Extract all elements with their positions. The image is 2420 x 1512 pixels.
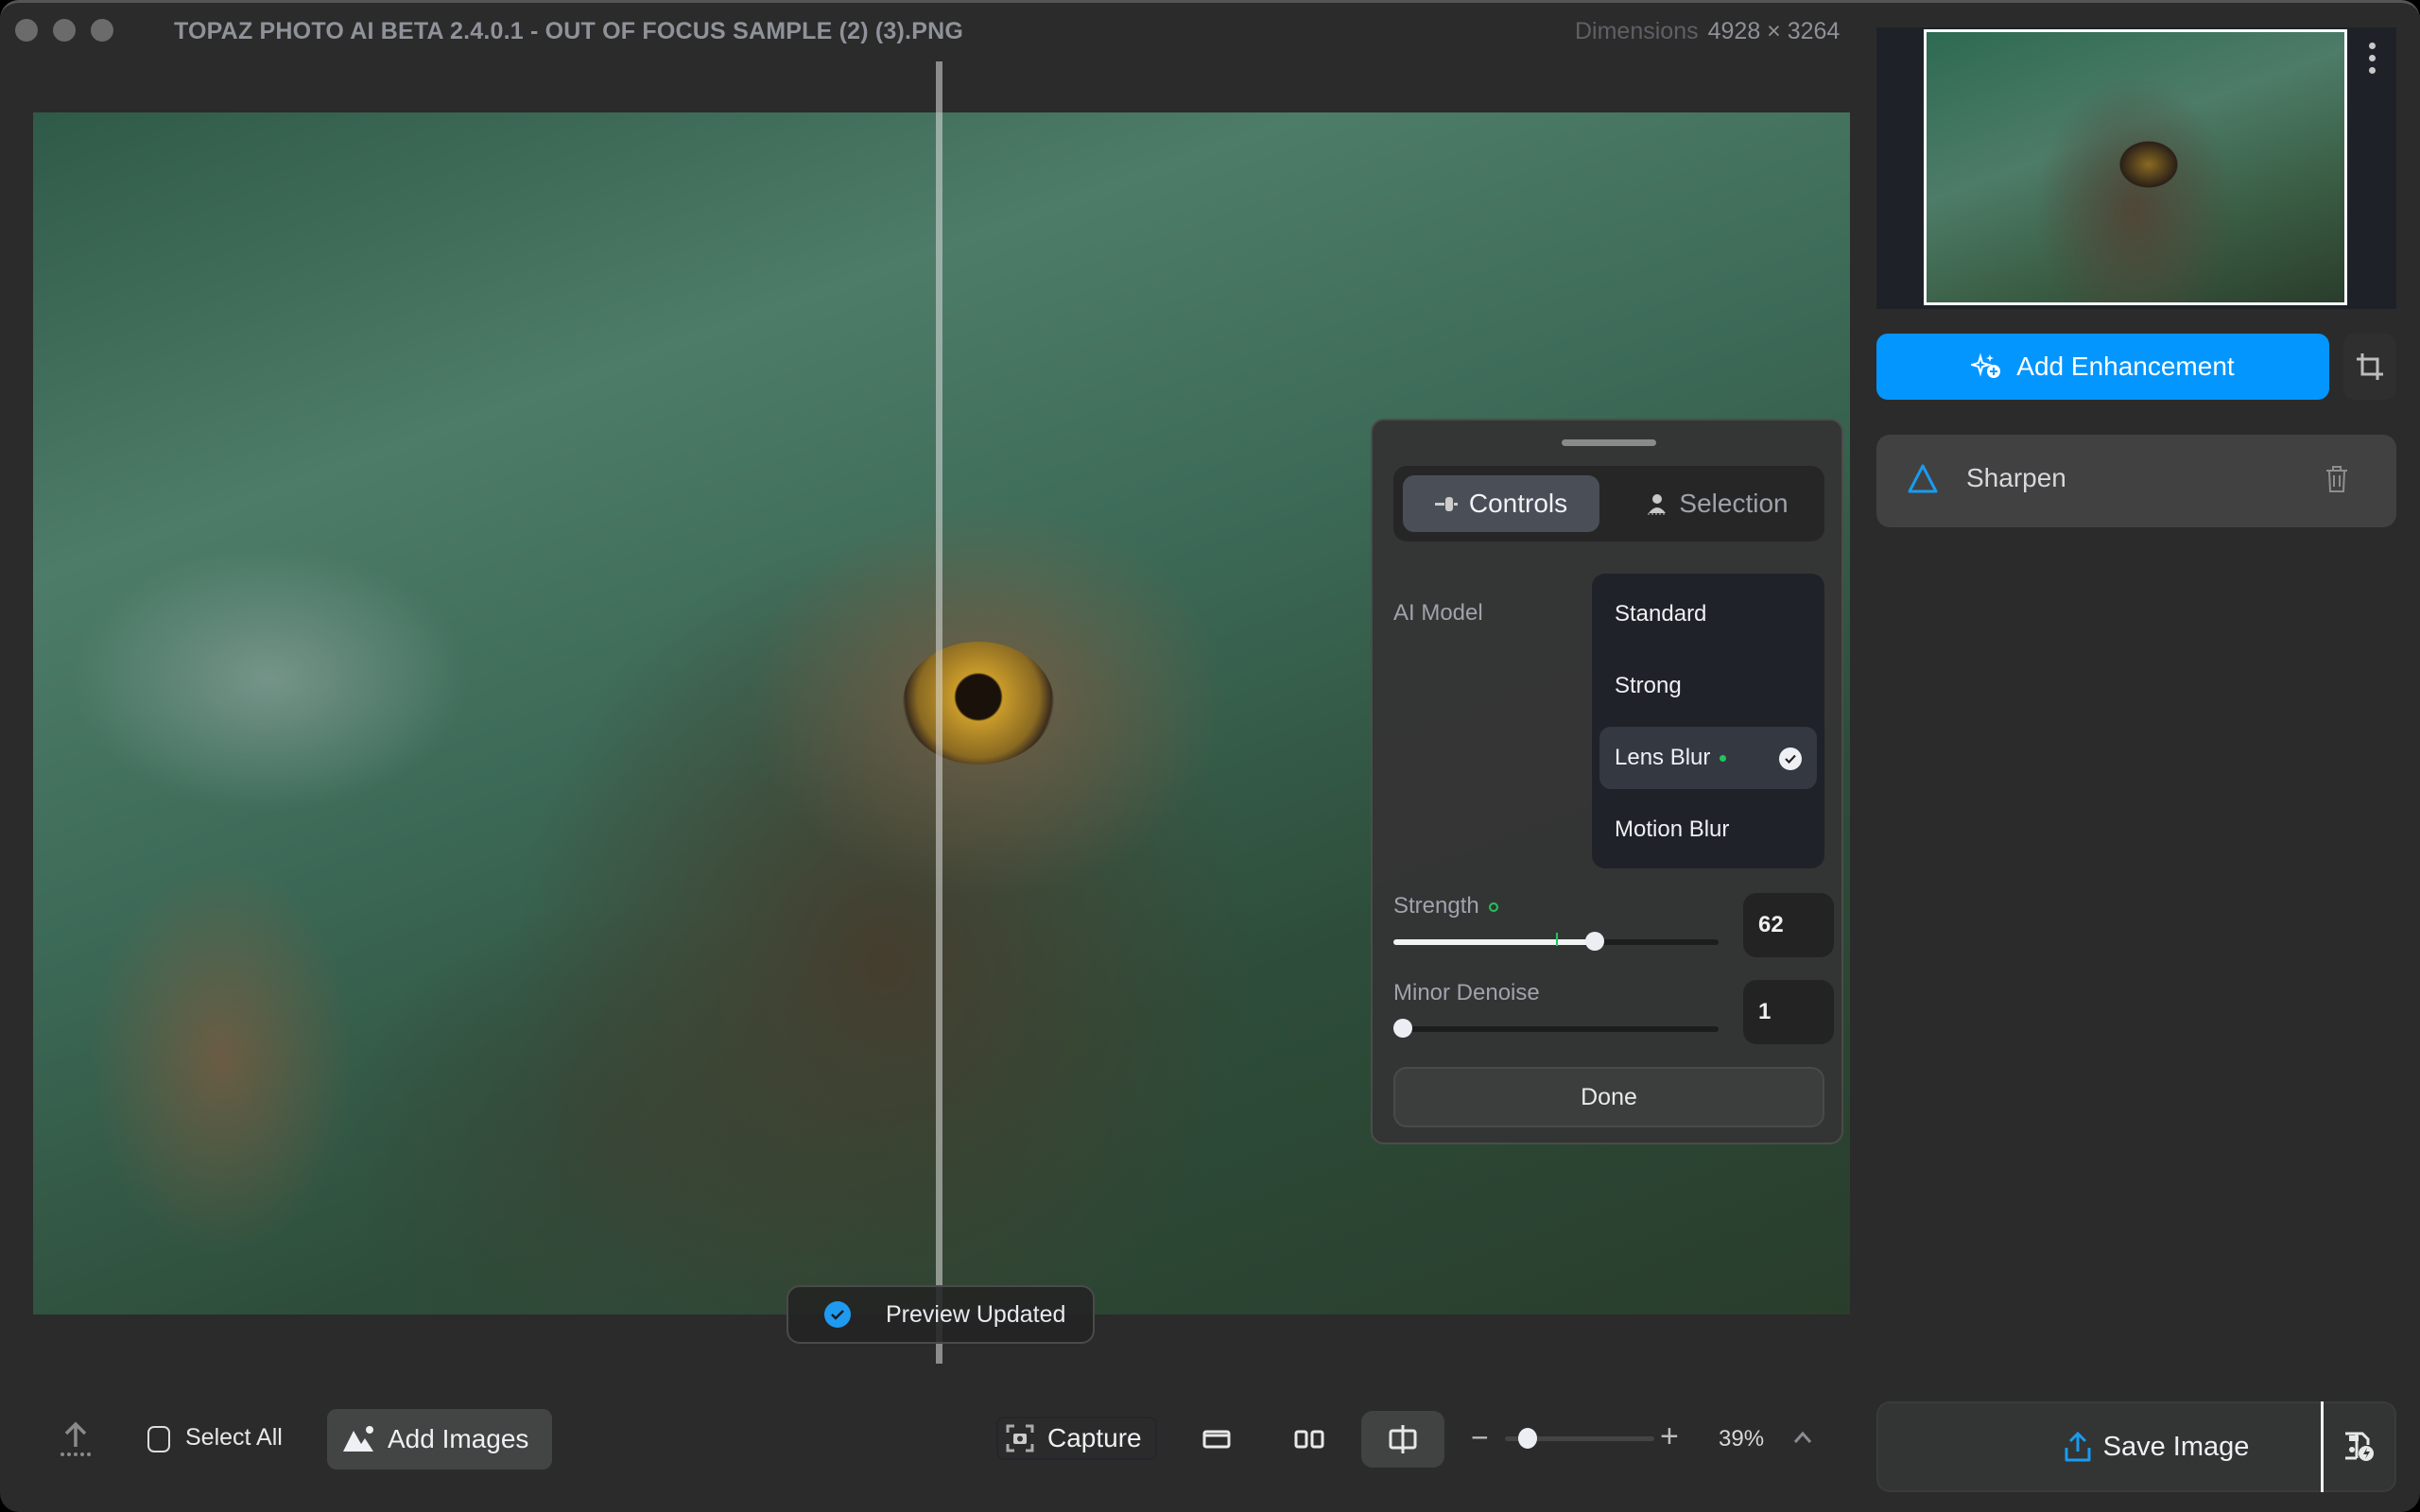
minor-denoise-input[interactable]: 1 bbox=[1743, 980, 1834, 1044]
selected-check-icon bbox=[1779, 747, 1802, 770]
owl-eye bbox=[903, 642, 1054, 765]
zoom-percentage[interactable]: 39% bbox=[1719, 1426, 1764, 1452]
crop-icon bbox=[2357, 353, 2383, 380]
window-zoom-button[interactable] bbox=[91, 19, 113, 42]
enhancement-label: Sharpen bbox=[1966, 463, 2066, 492]
window-close-button[interactable] bbox=[15, 19, 38, 42]
model-label: Strong bbox=[1615, 673, 1682, 698]
tab-controls-label: Controls bbox=[1468, 489, 1568, 518]
single-view-icon bbox=[1202, 1430, 1231, 1449]
split-view-button[interactable] bbox=[1361, 1411, 1444, 1468]
toast-text: Preview Updated bbox=[886, 1300, 1066, 1328]
quick-save-button[interactable] bbox=[2324, 1401, 2396, 1492]
image-thumbnail-strip bbox=[1876, 27, 2396, 309]
panel-tabs: Controls Selection bbox=[1393, 466, 1824, 541]
strength-default-marker bbox=[1556, 933, 1558, 946]
preview-updated-toast: Preview Updated bbox=[786, 1285, 1095, 1344]
add-enhancement-label: Add Enhancement bbox=[2016, 352, 2235, 381]
save-image-button[interactable]: Save Image bbox=[1876, 1401, 2321, 1492]
side-by-side-view-button[interactable] bbox=[1286, 1411, 1333, 1468]
more-options-icon[interactable] bbox=[2369, 43, 2378, 79]
model-option-standard[interactable]: Standard bbox=[1599, 583, 1817, 645]
minor-denoise-slider-thumb[interactable] bbox=[1393, 1019, 1412, 1038]
enhancement-item-sharpen[interactable]: Sharpen bbox=[1876, 435, 2396, 527]
single-view-button[interactable] bbox=[1193, 1411, 1240, 1468]
window-title: TOPAZ PHOTO AI BETA 2.4.0.1 - OUT OF FOC… bbox=[174, 18, 963, 44]
add-enhancement-button[interactable]: Add Enhancement bbox=[1876, 334, 2329, 400]
split-view-icon bbox=[1389, 1425, 1417, 1453]
capture-button[interactable]: Capture bbox=[996, 1417, 1157, 1460]
model-label: Motion Blur bbox=[1615, 816, 1730, 842]
model-label: Lens Blur bbox=[1615, 745, 1711, 770]
select-all-label[interactable]: Select All bbox=[185, 1424, 283, 1452]
strength-label: Strength bbox=[1393, 893, 1498, 919]
model-label: Standard bbox=[1615, 601, 1707, 627]
select-all-checkbox[interactable] bbox=[147, 1426, 170, 1452]
dimensions-value: 4928 × 3264 bbox=[1707, 18, 1841, 44]
model-option-lens-blur[interactable]: Lens Blur bbox=[1599, 727, 1817, 789]
tab-selection-label: Selection bbox=[1679, 489, 1789, 518]
person-selection-icon bbox=[1648, 494, 1668, 515]
strength-slider-fill bbox=[1393, 939, 1596, 945]
dimensions-label: Dimensions bbox=[1575, 18, 1699, 44]
strength-slider-thumb[interactable] bbox=[1585, 932, 1605, 951]
slider-icon bbox=[1434, 497, 1458, 511]
model-option-motion-blur[interactable]: Motion Blur bbox=[1599, 799, 1817, 861]
save-image-label: Save Image bbox=[2102, 1431, 2250, 1462]
panel-drag-handle[interactable] bbox=[1562, 439, 1656, 446]
model-option-strong[interactable]: Strong bbox=[1599, 655, 1817, 717]
triangle-icon bbox=[1908, 464, 1938, 493]
chevron-up-icon[interactable] bbox=[1792, 1430, 1813, 1445]
sharpen-settings-panel: Controls Selection AI Model Standard Str… bbox=[1371, 419, 1843, 1144]
zoom-slider-thumb[interactable] bbox=[1517, 1428, 1537, 1449]
quick-save-icon bbox=[2344, 1432, 2374, 1461]
tab-controls[interactable]: Controls bbox=[1403, 475, 1599, 532]
capture-label: Capture bbox=[1047, 1423, 1142, 1452]
image-mountain-icon bbox=[343, 1426, 373, 1452]
add-images-button[interactable]: Add Images bbox=[327, 1409, 552, 1469]
zoom-in-button[interactable]: + bbox=[1660, 1418, 1679, 1455]
image-thumbnail[interactable] bbox=[1924, 29, 2347, 305]
minor-denoise-slider[interactable] bbox=[1393, 1019, 1719, 1038]
ai-model-list: Standard Strong Lens Blur Motion Blur bbox=[1592, 574, 1824, 868]
add-images-label: Add Images bbox=[388, 1424, 529, 1453]
app-window: TOPAZ PHOTO AI BETA 2.4.0.1 - OUT OF FOC… bbox=[0, 0, 2420, 1512]
check-circle-icon bbox=[824, 1301, 851, 1328]
recommended-dot-icon bbox=[1720, 754, 1727, 762]
minor-denoise-label: Minor Denoise bbox=[1393, 980, 1540, 1005]
strength-label-text: Strength bbox=[1393, 893, 1479, 919]
zoom-slider[interactable] bbox=[1505, 1428, 1654, 1449]
tab-selection[interactable]: Selection bbox=[1620, 475, 1815, 532]
strength-slider[interactable] bbox=[1393, 932, 1719, 951]
side-by-side-icon bbox=[1294, 1430, 1324, 1449]
ai-model-label: AI Model bbox=[1393, 600, 1483, 626]
done-button[interactable]: Done bbox=[1393, 1067, 1824, 1127]
image-dimensions: Dimensions 4928 × 3264 bbox=[1575, 18, 1840, 45]
comparison-split-handle[interactable] bbox=[936, 61, 942, 1364]
modified-dot-icon bbox=[1488, 902, 1498, 912]
upload-icon[interactable] bbox=[59, 1420, 93, 1458]
export-upload-icon bbox=[2065, 1431, 2091, 1462]
sparkle-plus-icon bbox=[1971, 352, 2001, 378]
zoom-out-button[interactable]: − bbox=[1471, 1420, 1489, 1455]
trash-icon[interactable] bbox=[2325, 465, 2349, 493]
window-minimize-button[interactable] bbox=[53, 19, 76, 42]
camera-capture-icon bbox=[1006, 1424, 1034, 1452]
strength-input[interactable]: 62 bbox=[1743, 893, 1834, 957]
crop-button[interactable] bbox=[2343, 334, 2396, 400]
